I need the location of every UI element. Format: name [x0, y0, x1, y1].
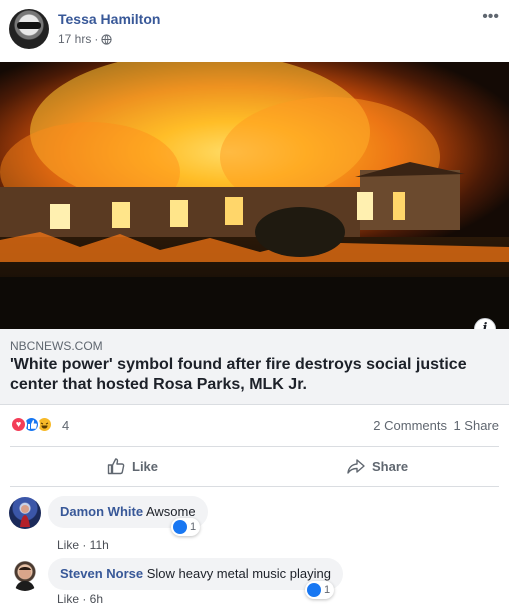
comment-text: Slow heavy metal music playing: [146, 566, 331, 581]
more-options-icon[interactable]: •••: [482, 8, 499, 26]
reactions-bar: ♥ 4 2 Comments 1 Share: [10, 416, 499, 436]
share-button[interactable]: Share: [346, 452, 408, 480]
like-reaction-icon: [173, 520, 187, 534]
globe-icon: [101, 33, 112, 45]
link-title[interactable]: 'White power' symbol found after fire de…: [10, 355, 500, 395]
comment-reactions[interactable]: 1: [171, 518, 201, 536]
post-header: Tessa Hamilton 17 hrs · •••: [0, 0, 509, 62]
commenter-avatar[interactable]: [9, 559, 41, 591]
post-meta: 17 hrs ·: [58, 32, 112, 46]
comments-count[interactable]: 2 Comments: [373, 418, 447, 433]
like-button[interactable]: Like: [106, 452, 158, 480]
post-time[interactable]: 17 hrs: [58, 32, 91, 46]
divider-top: [10, 446, 499, 447]
link-preview[interactable]: NBCNEWS.COM 'White power' symbol found a…: [0, 329, 509, 405]
share-count[interactable]: 1 Share: [453, 418, 499, 433]
thumbs-up-icon: [107, 458, 125, 475]
meta-separator: ·: [94, 32, 99, 46]
author-name[interactable]: Tessa Hamilton: [58, 11, 160, 27]
fire-photo: [0, 62, 509, 329]
link-domain: NBCNEWS.COM: [10, 339, 103, 353]
comment-reaction-count: 1: [190, 521, 197, 533]
commenter-name[interactable]: Steven Norse: [60, 566, 143, 581]
comments-area: Damon White Awsome 1 Like · 11h Steven N…: [0, 487, 509, 612]
comment-actions[interactable]: Like · 6h: [57, 592, 103, 606]
comment-text: Awsome: [145, 504, 196, 519]
comment-reaction-count: 1: [324, 584, 331, 596]
link-image[interactable]: i: [0, 62, 509, 329]
comment-bubble: Steven Norse Slow heavy metal music play…: [48, 558, 343, 590]
comment-actions[interactable]: Like · 11h: [57, 538, 109, 552]
commenter-avatar[interactable]: [9, 497, 41, 529]
like-reaction-icon: [307, 583, 321, 597]
love-reaction-icon: ♥: [10, 416, 27, 433]
reaction-icons[interactable]: ♥: [10, 416, 58, 434]
reaction-count[interactable]: 4: [62, 418, 69, 433]
author-avatar[interactable]: [9, 9, 49, 49]
comment-reactions[interactable]: 1: [305, 581, 335, 599]
like-button-label: Like: [132, 458, 159, 474]
share-button-label: Share: [372, 458, 409, 474]
share-arrow-icon: [347, 459, 365, 474]
commenter-name[interactable]: Damon White: [60, 504, 143, 519]
